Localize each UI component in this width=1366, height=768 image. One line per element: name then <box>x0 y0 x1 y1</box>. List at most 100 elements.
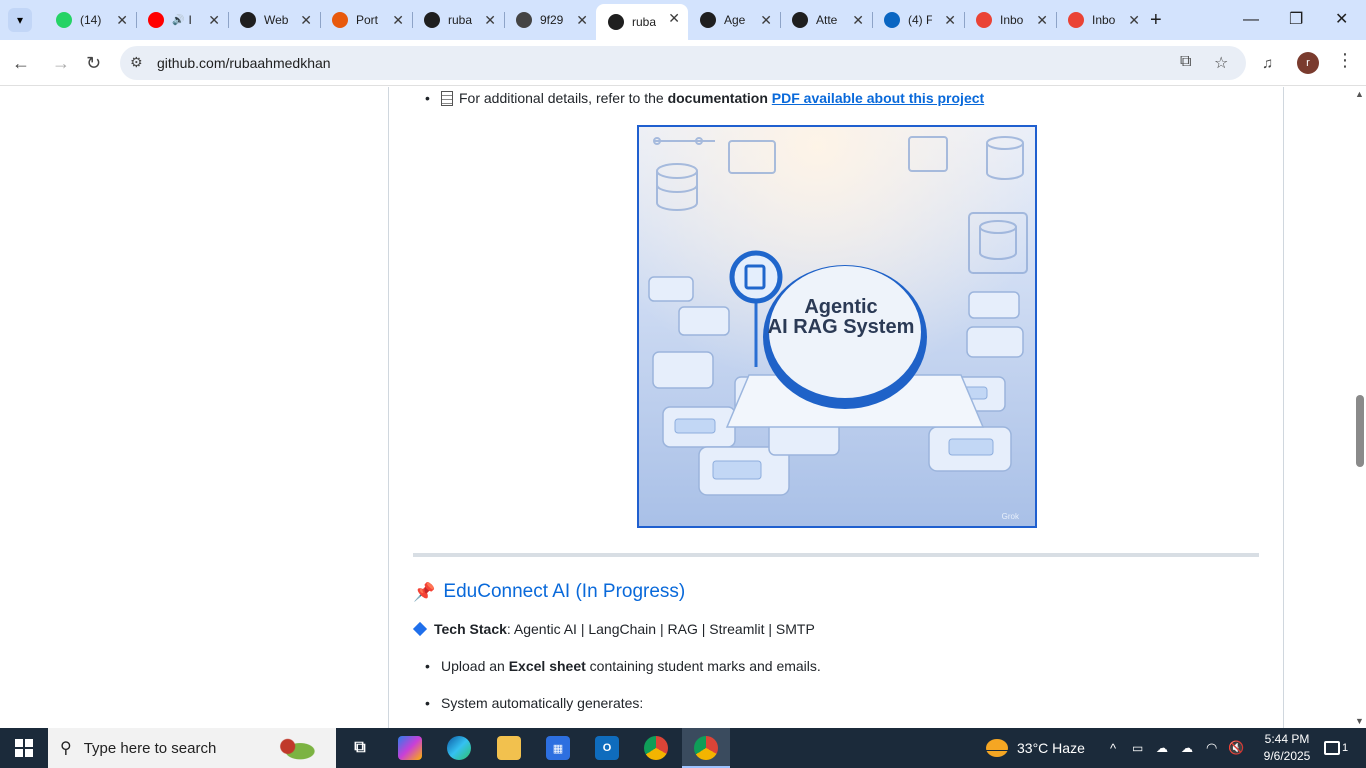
chrome-icon[interactable] <box>644 736 668 760</box>
tab-strip: ▾ (14) ✕ 🔊 I ✕ Web ✕ Port ✕ ruba ✕ 9f29 ✕ ruba ✕ Age ✕ At… <box>0 0 1366 40</box>
scroll-down-arrow-icon[interactable]: ▼ <box>1355 716 1364 726</box>
linkedin-icon <box>884 12 900 28</box>
url-text[interactable]: github.com/rubaahmedkhan <box>157 55 331 71</box>
start-button[interactable] <box>0 728 48 768</box>
github-icon <box>700 12 716 28</box>
tab-title: 9f29 <box>540 13 564 27</box>
browser-tab[interactable]: Port ✕ <box>320 6 412 34</box>
document-icon <box>441 91 453 106</box>
search-placeholder: Type here to search <box>83 739 217 757</box>
browser-tab[interactable]: 9f29 ✕ <box>504 6 596 34</box>
restore-button[interactable]: ❐ <box>1289 8 1303 32</box>
browser-tab[interactable]: ruba ✕ <box>412 6 504 34</box>
onedrive-icon[interactable]: ☁ <box>1156 728 1168 768</box>
browser-tab[interactable]: (4) F ✕ <box>872 6 964 34</box>
tab-separator <box>412 12 413 28</box>
tech-stack-line: Tech Stack : Agentic AI | LangChain | RA… <box>412 621 815 637</box>
browser-tab[interactable]: Atte ✕ <box>780 6 872 34</box>
taskbar-search[interactable]: ⚲ Type here to search <box>48 728 336 768</box>
section-heading[interactable]: 📌 EduConnect AI (In Progress) <box>413 581 685 603</box>
media-controls-icon[interactable]: ♫ <box>1262 52 1273 76</box>
reload-button[interactable]: ↻ <box>86 51 101 75</box>
microsoft-store-icon[interactable]: ▦ <box>546 736 570 760</box>
notification-center[interactable]: 1 <box>1324 728 1348 768</box>
file-explorer-icon[interactable] <box>497 736 521 760</box>
close-tab-icon[interactable]: ✕ <box>944 12 956 28</box>
site-info-icon[interactable]: ⚙ <box>130 54 143 71</box>
minimize-button[interactable]: — <box>1243 8 1259 32</box>
close-tab-icon[interactable]: ✕ <box>116 12 128 28</box>
page-scrollbar[interactable]: ▲ ▼ <box>1352 87 1366 728</box>
close-tab-icon[interactable]: ✕ <box>852 12 864 28</box>
windows-logo-icon <box>15 739 33 757</box>
browser-tab[interactable]: Age ✕ <box>688 6 780 34</box>
documentation-list-item: For additional details, refer to the doc… <box>425 90 984 106</box>
close-tab-icon[interactable]: ✕ <box>484 12 496 28</box>
onedrive-icon-2[interactable]: ☁ <box>1181 728 1193 768</box>
browser-tab[interactable]: (14) ✕ <box>44 6 136 34</box>
outlook-icon[interactable]: O <box>595 736 619 760</box>
bookmark-star-icon[interactable]: ☆ <box>1214 53 1228 73</box>
close-tab-icon[interactable]: ✕ <box>1128 12 1140 28</box>
page-content: For additional details, refer to the doc… <box>0 87 1366 728</box>
browser-menu-icon[interactable]: ⋮ <box>1336 50 1354 71</box>
tab-title: (4) F <box>908 13 932 27</box>
github-icon <box>608 14 624 30</box>
active-app-highlight[interactable] <box>682 728 730 768</box>
watermark-text: Grok <box>1002 512 1020 521</box>
tech-stack-value: : Agentic AI | LangChain | RAG | Streaml… <box>506 621 815 637</box>
battery-icon[interactable]: ▭ <box>1132 728 1143 768</box>
bullet-bold: Excel sheet <box>508 658 586 674</box>
scroll-up-arrow-icon[interactable]: ▲ <box>1355 89 1364 99</box>
openai-icon <box>240 12 256 28</box>
hummingbird-icon <box>266 732 328 764</box>
close-window-button[interactable]: ✕ <box>1335 8 1348 32</box>
task-view-icon[interactable]: ⧉ <box>348 736 372 760</box>
close-tab-icon[interactable]: ✕ <box>392 12 404 28</box>
tab-title: Age <box>724 13 746 27</box>
close-tab-icon[interactable]: ✕ <box>208 12 220 28</box>
tab-search-button[interactable]: ▾ <box>8 8 32 32</box>
back-button[interactable]: ← <box>12 51 30 75</box>
scrollbar-thumb[interactable] <box>1356 395 1364 467</box>
tab-separator <box>504 12 505 28</box>
windows-taskbar: ⚲ Type here to search ⧉ ▦ O 33°C Haze ^ … <box>0 728 1366 768</box>
blue-diamond-icon <box>412 621 428 637</box>
notification-icon <box>1324 741 1340 755</box>
clock-date: 9/6/2025 <box>1263 749 1311 763</box>
bullet-text: containing student marks and emails. <box>585 658 821 674</box>
profile-avatar[interactable]: r <box>1297 52 1319 74</box>
close-tab-icon[interactable]: ✕ <box>576 12 588 28</box>
edge-icon[interactable] <box>447 736 471 760</box>
browser-tab[interactable]: ruba ✕ <box>596 4 688 40</box>
rag-system-illustration: Agentic AI RAG System Grok <box>639 127 1035 526</box>
browser-tab[interactable]: Inbo ✕ <box>964 6 1056 34</box>
forward-button[interactable]: → <box>52 51 70 75</box>
copilot-icon[interactable] <box>398 736 422 760</box>
close-tab-icon[interactable]: ✕ <box>760 12 772 28</box>
weather-widget[interactable]: 33°C Haze <box>986 728 1085 768</box>
wifi-icon[interactable]: ◠ <box>1206 728 1217 768</box>
close-tab-icon[interactable]: ✕ <box>300 12 312 28</box>
volume-muted-icon[interactable]: 🔇 <box>1228 728 1244 768</box>
tab-separator <box>136 12 137 28</box>
section-title[interactable]: EduConnect AI (In Progress) <box>443 581 685 603</box>
install-app-icon[interactable]: ⧉ <box>1180 53 1191 71</box>
youtube-icon <box>148 12 164 28</box>
show-hidden-icons[interactable]: ^ <box>1110 728 1116 768</box>
search-icon: ⚲ <box>60 740 72 757</box>
project-hero-image[interactable]: Agentic AI RAG System Grok <box>637 125 1037 528</box>
gmail-icon <box>976 12 992 28</box>
browser-tab[interactable]: 🔊 I ✕ <box>136 6 228 34</box>
browser-tab[interactable]: Web ✕ <box>228 6 320 34</box>
system-clock[interactable]: 5:44 PM 9/6/2025 <box>1252 731 1322 765</box>
tab-separator <box>872 12 873 28</box>
browser-tab[interactable]: Inbo ✕ <box>1056 6 1148 34</box>
audio-playing-icon[interactable]: 🔊 <box>172 15 184 26</box>
close-tab-icon[interactable]: ✕ <box>668 10 680 26</box>
new-tab-button[interactable]: + <box>1150 8 1162 32</box>
tab-title: ruba <box>632 15 656 29</box>
address-bar[interactable]: ⚙ github.com/rubaahmedkhan ⧉ ☆ <box>120 46 1246 80</box>
pdf-link[interactable]: PDF available about this project <box>772 90 984 106</box>
close-tab-icon[interactable]: ✕ <box>1036 12 1048 28</box>
